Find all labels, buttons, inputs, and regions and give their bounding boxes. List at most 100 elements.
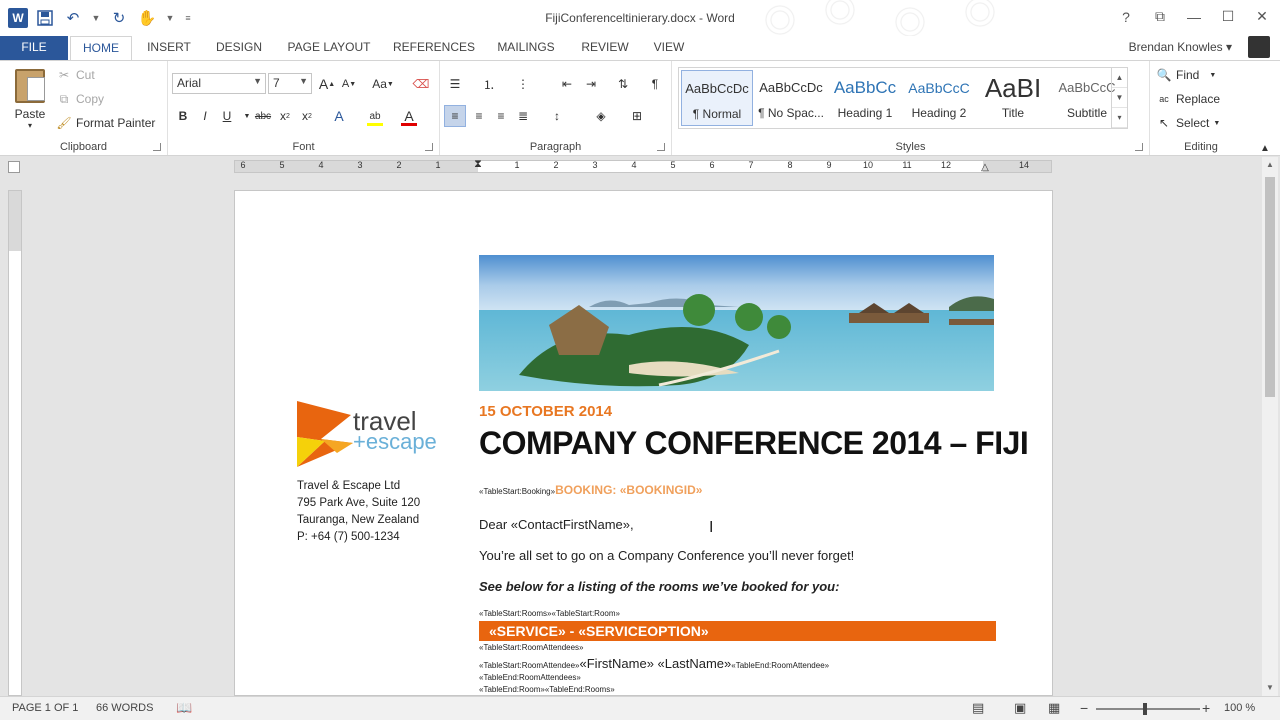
text-effects-button[interactable]: A — [328, 105, 350, 127]
strikethrough-button[interactable]: abc — [252, 105, 274, 127]
vertical-ruler[interactable] — [8, 190, 22, 696]
page-count[interactable]: PAGE 1 OF 1 — [12, 702, 78, 714]
zoom-slider[interactable] — [1096, 708, 1200, 710]
horizontal-ruler[interactable]: 6 5 4 3 2 1 ⧗ 1 2 3 4 5 6 7 8 9 10 11 12… — [234, 158, 1052, 173]
ruler-label: 1 — [514, 160, 520, 170]
sort-icon[interactable]: ⇅ — [612, 73, 634, 95]
tab-home[interactable]: HOME — [70, 36, 132, 60]
shrink-font-button[interactable]: A ▼ — [338, 73, 360, 95]
italic-button[interactable]: I — [194, 105, 216, 127]
style-title[interactable]: AaBI Title — [977, 70, 1049, 126]
maximize-button[interactable]: ☐ — [1218, 8, 1238, 25]
format-painter-button[interactable]: 🖌 Format Painter — [56, 113, 155, 133]
minimize-button[interactable]: — — [1184, 9, 1204, 25]
zoom-out-button[interactable]: − — [1080, 700, 1088, 716]
word-count[interactable]: 66 WORDS — [96, 702, 153, 714]
font-family-select[interactable]: Arial ▼ — [172, 73, 266, 94]
justify-icon[interactable]: ≣ — [512, 105, 534, 127]
scrollbar-thumb[interactable] — [1265, 177, 1275, 397]
scroll-down-icon[interactable]: ▼ — [1262, 680, 1278, 696]
align-left-icon[interactable]: ≡ — [444, 105, 466, 127]
avatar[interactable] — [1248, 36, 1270, 58]
tab-file[interactable]: FILE — [0, 36, 68, 60]
style-heading-2[interactable]: AaBbCcC Heading 2 — [903, 70, 975, 126]
binoculars-icon: 🔍 — [1156, 68, 1172, 82]
fiji-banner-image[interactable] — [479, 255, 994, 391]
gallery-down-icon[interactable]: ▼ — [1112, 88, 1127, 108]
line-spacing-icon[interactable]: ↕ — [546, 105, 568, 127]
attendee-line: «TableStart:RoomAttendee»«FirstName» «La… — [479, 656, 829, 671]
clear-formatting-icon[interactable]: ⌫ — [410, 73, 432, 95]
shading-icon[interactable]: ◈ — [590, 105, 612, 127]
tab-page-layout[interactable]: PAGE LAYOUT — [280, 36, 378, 60]
ruler-label: 14 — [1018, 160, 1030, 170]
gallery-up-icon[interactable]: ▲ — [1112, 68, 1127, 88]
travel-escape-logo[interactable]: travel +escape — [297, 401, 437, 467]
decrease-indent-icon[interactable]: ⇤ — [556, 73, 578, 95]
first-line-indent-marker[interactable]: ⧗ — [474, 158, 482, 171]
replace-button[interactable]: ac Replace — [1156, 89, 1220, 109]
address-line-2: Tauranga, New Zealand — [297, 514, 420, 526]
zoom-slider-thumb[interactable] — [1143, 703, 1147, 715]
zoom-in-button[interactable]: + — [1202, 700, 1210, 716]
user-name[interactable]: Brendan Knowles ▾ — [1129, 40, 1232, 54]
ruler-label: 10 — [862, 160, 874, 170]
bullets-icon[interactable]: ☰ — [444, 73, 466, 95]
tab-design[interactable]: DESIGN — [208, 36, 270, 60]
tab-review[interactable]: REVIEW — [574, 36, 636, 60]
ruler-label: 8 — [787, 160, 793, 170]
scroll-up-icon[interactable]: ▲ — [1262, 157, 1278, 173]
underline-button[interactable]: U — [216, 105, 238, 127]
style-normal[interactable]: AaBbCcDc ¶ Normal — [681, 70, 753, 126]
grow-font-button[interactable]: A ▲ — [316, 73, 338, 95]
numbering-icon[interactable]: ⒈ — [478, 73, 500, 95]
ruler-label: 2 — [396, 160, 402, 170]
collapse-ribbon-icon[interactable]: ▲ — [1254, 137, 1276, 159]
print-layout-icon[interactable]: ▣ — [1014, 700, 1026, 716]
font-size-select[interactable]: 7 ▼ — [268, 73, 312, 94]
bold-button[interactable]: B — [172, 105, 194, 127]
close-button[interactable]: ✕ — [1252, 8, 1272, 25]
increase-indent-icon[interactable]: ⇥ — [580, 73, 602, 95]
gallery-more-icon[interactable]: ▾ — [1112, 108, 1127, 128]
multilevel-list-icon[interactable]: ⋮ — [512, 73, 534, 95]
subscript-button[interactable]: x2 — [274, 105, 296, 127]
font-launcher-icon[interactable] — [425, 143, 433, 151]
tab-selector-icon[interactable] — [8, 161, 20, 173]
clipboard-group: Paste ▾ ✂ Cut ⧉ Copy 🖌 Format Painter Clipb… — [0, 61, 168, 155]
tab-view[interactable]: VIEW — [644, 36, 694, 60]
superscript-button[interactable]: x2 — [296, 105, 318, 127]
styles-launcher-icon[interactable] — [1135, 143, 1143, 151]
tab-references[interactable]: REFERENCES — [388, 36, 480, 60]
help-button[interactable]: ? — [1116, 9, 1136, 25]
merge-field-attendee-start: «TableStart:RoomAttendee» — [479, 661, 580, 670]
show-formatting-marks-icon[interactable]: ¶ — [644, 73, 666, 95]
tab-mailings[interactable]: MAILINGS — [490, 36, 562, 60]
document-page[interactable]: travel +escape Travel & Escape Ltd 795 P… — [234, 190, 1053, 696]
proofing-icon[interactable]: 📖 — [176, 700, 192, 716]
clipboard-launcher-icon[interactable] — [153, 143, 161, 151]
style-heading-1[interactable]: AaBbCc Heading 1 — [829, 70, 901, 126]
web-layout-icon[interactable]: ▦ — [1048, 700, 1060, 716]
paste-button[interactable]: Paste ▾ — [10, 67, 50, 133]
font-color-button[interactable]: A — [398, 105, 420, 127]
tab-insert[interactable]: INSERT — [138, 36, 200, 60]
zoom-level[interactable]: 100 % — [1224, 702, 1255, 714]
style-no-spacing[interactable]: AaBbCcDc ¶ No Spac... — [755, 70, 827, 126]
borders-icon[interactable]: ⊞ — [626, 105, 648, 127]
right-indent-marker[interactable]: △ — [981, 162, 989, 173]
change-case-button[interactable]: Aa ▼ — [368, 73, 398, 95]
highlight-color-button[interactable]: ab — [364, 105, 386, 127]
cut-button[interactable]: ✂ Cut — [56, 65, 95, 85]
align-center-icon[interactable]: ≡ — [468, 105, 490, 127]
align-right-icon[interactable]: ≡ — [490, 105, 512, 127]
read-mode-icon[interactable]: ▤ — [972, 700, 984, 716]
find-button[interactable]: 🔍 Find ▼ — [1156, 65, 1217, 85]
ruler-label: 6 — [240, 160, 246, 170]
vertical-scrollbar[interactable]: ▲ ▼ — [1262, 157, 1278, 696]
copy-button[interactable]: ⧉ Copy — [56, 89, 104, 109]
paragraph-launcher-icon[interactable] — [657, 143, 665, 151]
select-button[interactable]: ↖ Select ▼ — [1156, 113, 1220, 133]
ribbon-display-options-icon[interactable]: ⧉ — [1150, 8, 1170, 25]
ruler-right-margin — [983, 161, 1051, 172]
